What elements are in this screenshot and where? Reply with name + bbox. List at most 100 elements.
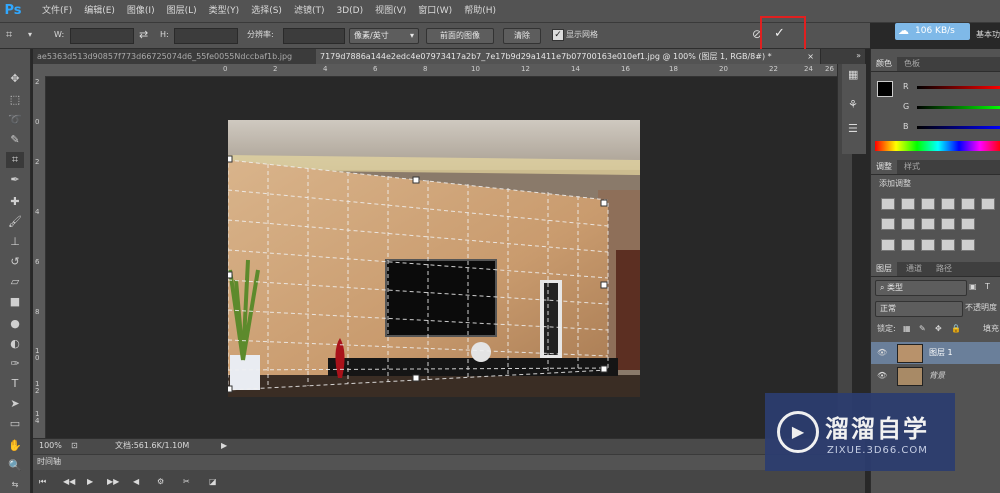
black-white-icon[interactable] bbox=[901, 218, 915, 230]
marquee-tool-icon[interactable]: ⬚ bbox=[6, 92, 24, 108]
channel-mixer-icon[interactable] bbox=[941, 218, 955, 230]
show-grid-checkbox[interactable]: ✓ bbox=[552, 29, 564, 41]
clear-button[interactable]: 清除 bbox=[503, 28, 541, 44]
resolution-field[interactable] bbox=[283, 28, 345, 44]
close-tab-icon[interactable]: × bbox=[807, 49, 814, 64]
settings-gear-icon[interactable]: ⚙ bbox=[157, 475, 164, 489]
quick-select-tool-icon[interactable]: ✎ bbox=[6, 132, 24, 148]
zoom-level[interactable]: 100% bbox=[39, 439, 62, 453]
eyedropper-tool-icon[interactable]: ✒ bbox=[6, 172, 24, 188]
posterize-icon[interactable] bbox=[901, 239, 915, 251]
workspace-label[interactable]: 基本功 bbox=[976, 28, 1000, 42]
front-image-button[interactable]: 前面的图像 bbox=[426, 28, 494, 44]
menu-edit[interactable]: 编辑(E) bbox=[78, 0, 121, 22]
tool-preset-arrow[interactable]: ▾ bbox=[28, 28, 32, 42]
color-balance-icon[interactable] bbox=[881, 218, 895, 230]
channel-g[interactable]: G bbox=[875, 102, 1000, 114]
eye-icon[interactable]: 👁 bbox=[877, 369, 887, 383]
layer-name[interactable]: 图层 1 bbox=[929, 346, 953, 360]
audio-icon[interactable]: ◀ bbox=[133, 475, 139, 489]
filter-pixel-icon[interactable]: ▣ bbox=[969, 280, 977, 294]
tab-document-1[interactable]: ae5363d513d90857f773d66725074d6_55fe0055… bbox=[33, 49, 320, 64]
lock-transparent-icon[interactable]: ▦ bbox=[903, 322, 911, 336]
timeline-tab[interactable]: 时间轴 bbox=[37, 455, 61, 469]
menu-help[interactable]: 帮助(H) bbox=[458, 0, 502, 22]
threshold-icon[interactable] bbox=[921, 239, 935, 251]
document-image[interactable] bbox=[228, 120, 640, 397]
filter-type-icon[interactable]: T bbox=[985, 280, 990, 294]
eye-icon[interactable]: 👁 bbox=[877, 346, 887, 360]
selective-color-icon[interactable] bbox=[941, 239, 955, 251]
next-frame-icon[interactable]: ▶▶ bbox=[107, 475, 119, 489]
path-select-tool-icon[interactable]: ➤ bbox=[6, 396, 24, 412]
color-lookup-icon[interactable] bbox=[961, 218, 975, 230]
brightness-contrast-icon[interactable] bbox=[881, 198, 895, 210]
height-field[interactable] bbox=[174, 28, 238, 44]
pen-tool-icon[interactable]: ✑ bbox=[6, 356, 24, 372]
curves-icon[interactable] bbox=[921, 198, 935, 210]
lasso-tool-icon[interactable]: ➰ bbox=[6, 112, 24, 128]
levels-icon[interactable] bbox=[901, 198, 915, 210]
layer-name[interactable]: 背景 bbox=[929, 369, 945, 383]
shape-tool-icon[interactable]: ▭ bbox=[6, 416, 24, 432]
transition-icon[interactable]: ◪ bbox=[209, 475, 217, 489]
tab-channels[interactable]: 通道 bbox=[901, 262, 927, 276]
color-spectrum-bar[interactable] bbox=[875, 141, 1000, 151]
type-tool-icon[interactable]: T bbox=[6, 376, 24, 392]
exposure-icon[interactable] bbox=[941, 198, 955, 210]
split-scissors-icon[interactable]: ✂ bbox=[183, 475, 190, 489]
prev-frame-icon[interactable]: ◀◀ bbox=[63, 475, 75, 489]
layer-row-1[interactable]: 👁 图层 1 bbox=[871, 342, 1000, 364]
tab-document-2[interactable]: 7179d7886a144e2edc4e07973417a2b7_7e17b9d… bbox=[316, 49, 821, 64]
swap-icon[interactable]: ⇄ bbox=[139, 28, 148, 42]
swap-colors-icon[interactable]: ⇆ bbox=[6, 477, 24, 493]
history-panel-icon[interactable]: ▦ bbox=[848, 68, 858, 82]
menu-window[interactable]: 窗口(W) bbox=[412, 0, 458, 22]
menu-filter[interactable]: 滤镜(T) bbox=[288, 0, 331, 22]
tab-swatches[interactable]: 色板 bbox=[899, 57, 925, 71]
adjustments-panel-icon[interactable]: ☰ bbox=[848, 122, 858, 136]
vibrance-icon[interactable] bbox=[961, 198, 975, 210]
lock-position-icon[interactable]: ✥ bbox=[935, 322, 942, 336]
menu-view[interactable]: 视图(V) bbox=[369, 0, 412, 22]
tab-overflow-icon[interactable]: » bbox=[856, 49, 861, 63]
channel-r[interactable]: R bbox=[875, 82, 1000, 94]
menu-image[interactable]: 图像(I) bbox=[121, 0, 161, 22]
lock-pixels-icon[interactable]: ✎ bbox=[919, 322, 926, 336]
blur-tool-icon[interactable]: ● bbox=[6, 316, 24, 332]
menu-layer[interactable]: 图层(L) bbox=[161, 0, 203, 22]
first-frame-icon[interactable]: ⏮ bbox=[39, 475, 46, 489]
width-field[interactable] bbox=[70, 28, 134, 44]
history-brush-icon[interactable]: ↺ bbox=[6, 254, 24, 270]
unit-select[interactable]: 像素/英寸 ▾ bbox=[349, 28, 419, 44]
layer-kind-filter[interactable]: ⌕ 类型 bbox=[875, 280, 967, 296]
brush-tool-icon[interactable]: 🖌 bbox=[6, 214, 24, 230]
hand-tool-icon[interactable]: ✋ bbox=[6, 438, 24, 454]
layer-row-2[interactable]: 👁 背景 bbox=[871, 365, 1000, 387]
status-menu-arrow[interactable]: ▶ bbox=[221, 439, 227, 453]
menu-3d[interactable]: 3D(D) bbox=[330, 0, 369, 22]
gradient-tool-icon[interactable]: ■ bbox=[6, 294, 24, 310]
hue-saturation-icon[interactable] bbox=[981, 198, 995, 210]
eraser-tool-icon[interactable]: ▱ bbox=[6, 274, 24, 290]
menu-file[interactable]: 文件(F) bbox=[36, 0, 78, 22]
play-icon[interactable]: ▶ bbox=[87, 475, 93, 489]
channel-b[interactable]: B bbox=[875, 122, 1000, 134]
menu-select[interactable]: 选择(S) bbox=[245, 0, 288, 22]
blend-mode-select[interactable]: 正常 bbox=[875, 301, 963, 317]
tab-adjustments[interactable]: 调整 bbox=[871, 160, 897, 174]
tab-paths[interactable]: 路径 bbox=[931, 262, 957, 276]
properties-panel-icon[interactable]: ⚘ bbox=[848, 98, 858, 112]
tab-layers[interactable]: 图层 bbox=[871, 262, 897, 276]
crop-tool-icon[interactable]: ⌗ bbox=[6, 152, 24, 168]
menu-type[interactable]: 类型(Y) bbox=[203, 0, 246, 22]
move-tool-icon[interactable]: ✥ bbox=[6, 71, 24, 87]
lock-all-icon[interactable]: 🔒 bbox=[951, 322, 961, 336]
tab-styles[interactable]: 样式 bbox=[899, 160, 925, 174]
gradient-map-icon[interactable] bbox=[961, 239, 975, 251]
crop-tool-icon[interactable]: ⌗ bbox=[6, 28, 20, 42]
tab-color[interactable]: 颜色 bbox=[871, 57, 897, 71]
clone-stamp-icon[interactable]: ⊥ bbox=[6, 234, 24, 250]
dodge-tool-icon[interactable]: ◐ bbox=[6, 336, 24, 352]
healing-brush-icon[interactable]: ✚ bbox=[6, 194, 24, 210]
